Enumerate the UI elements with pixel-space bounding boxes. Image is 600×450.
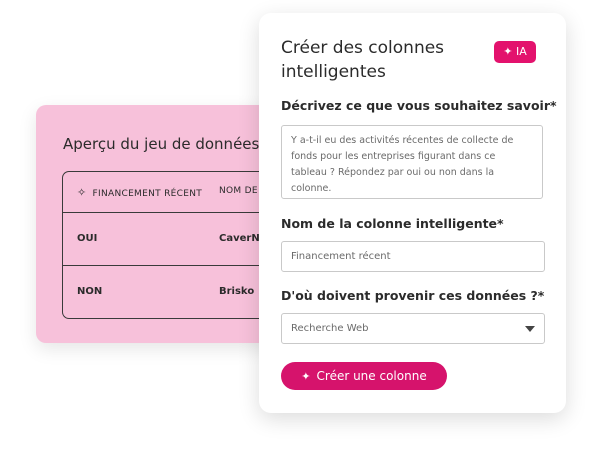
table-header: ✧ FINANCEMENT RÉCENT NOM DE [63,172,276,213]
column-header-label: FINANCEMENT RÉCENT [92,189,203,199]
question-textarea[interactable]: Y a-t-il eu des activités récentes de co… [281,125,543,199]
create-column-label: Créer une colonne [316,369,427,383]
ai-badge: ✦ IA [494,41,536,63]
data-source-label: D'où doivent provenir ces données ?* [281,288,545,303]
column-name-input[interactable]: Financement récent [281,241,545,272]
data-source-value: Recherche Web [291,323,369,334]
table-cell: Brisko [219,286,255,297]
data-source-select[interactable]: Recherche Web [281,313,545,344]
create-column-button[interactable]: ✦ Créer une colonne [281,362,447,390]
column-header-financement[interactable]: ✧ FINANCEMENT RÉCENT [77,186,202,199]
question-label: Décrivez ce que vous souhaitez savoir* [281,98,557,113]
chevron-down-icon [525,326,535,332]
table-row: OUI CaverNe [63,213,276,266]
sparkle-icon: ✦ [301,370,311,383]
ai-badge-label: IA [515,45,527,58]
column-name-label: Nom de la colonne intelligente* [281,216,504,231]
table-cell: NON [77,286,103,297]
preview-title: Aperçu du jeu de données [63,135,260,153]
column-header-nom[interactable]: NOM DE [219,186,258,196]
preview-table: ✧ FINANCEMENT RÉCENT NOM DE OUI CaverNe N… [62,171,276,319]
table-row: NON Brisko [63,266,276,318]
smart-columns-dialog: Créer des colonnes intelligentes ✦ IA Dé… [259,13,566,413]
table-cell: OUI [77,233,98,244]
sparkle-icon: ✦ [503,45,513,58]
sparkle-icon: ✧ [77,186,87,199]
dataset-preview-card: Aperçu du jeu de données ✧ FINANCEMENT RÉ… [36,105,276,343]
dialog-title: Créer des colonnes intelligentes [281,38,445,82]
